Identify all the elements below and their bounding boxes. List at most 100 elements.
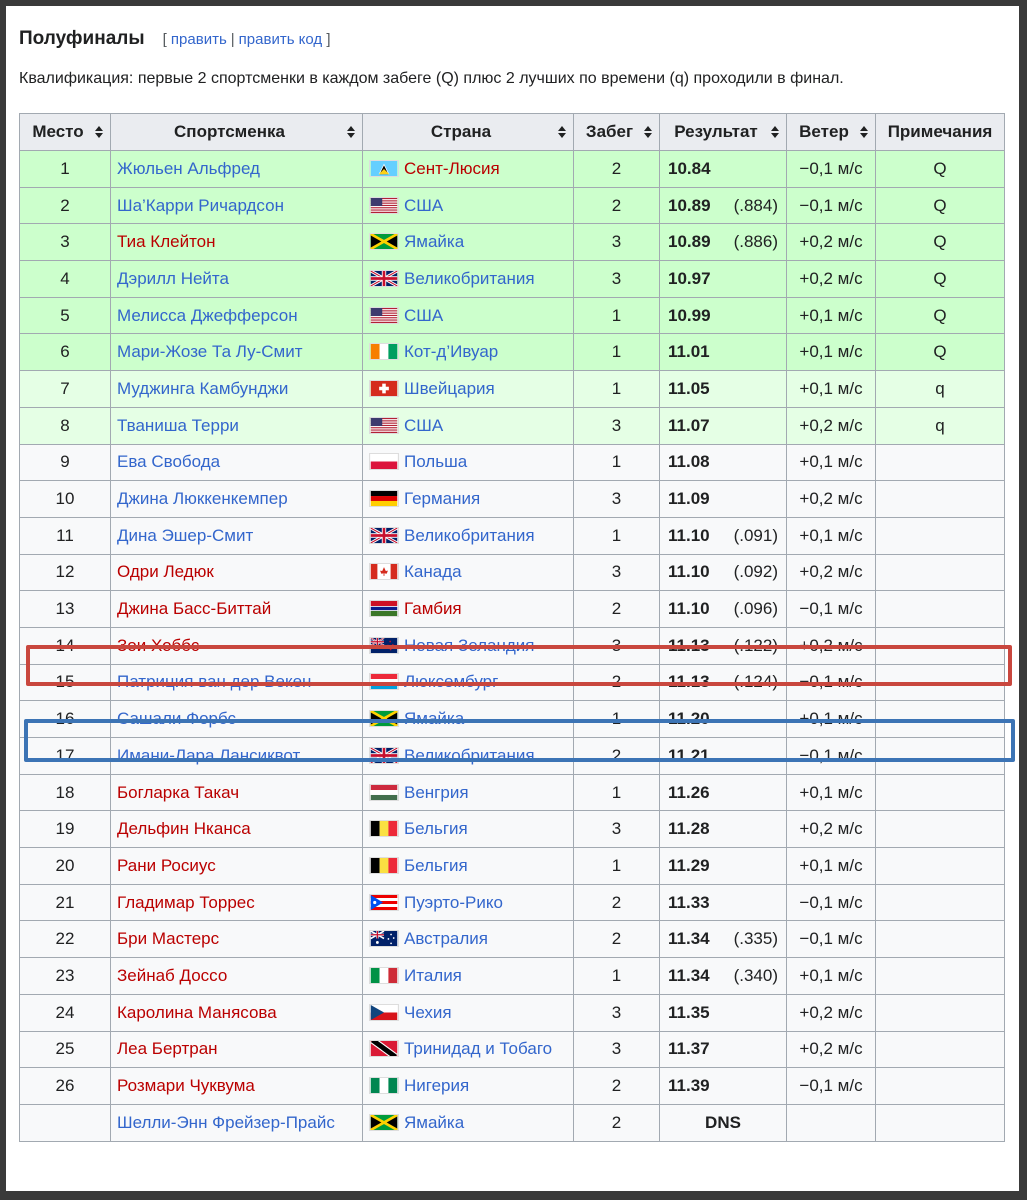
athlete-link[interactable]: Джина Басс-Биттай [117,599,271,618]
col-athlete-header[interactable]: Спортсменка [110,113,363,151]
country-link[interactable]: Ямайка [404,232,464,251]
athlete-link[interactable]: Мелисса Джефферсон [117,306,298,325]
country-link[interactable]: Италия [404,966,462,985]
athlete-link[interactable]: Бри Мастерс [117,929,219,948]
country-link[interactable]: Кот-д’Ивуар [404,342,498,361]
notes-cell: Q [875,296,1005,335]
result-cell: 11.20 [658,700,722,738]
athlete-cell: Мари-Жозе Та Лу-Смит [110,333,363,372]
flag-de-icon [369,490,399,508]
country-link[interactable]: США [404,306,443,325]
country-link[interactable]: Тринидад и Тобаго [404,1039,552,1058]
athlete-cell: Гладимар Торрес [110,883,363,922]
country-link[interactable]: США [404,196,443,215]
col-wind-header[interactable]: Ветер [786,113,876,151]
athlete-link[interactable]: Дельфин Нканса [117,819,251,838]
country-link[interactable]: Великобритания [404,746,535,765]
result-cell: 11.10 [658,590,722,628]
flag-au-icon [369,930,399,948]
table-row: 12 Одри Ледюк Канада 3 11.10 (.092) +0,2 м/с [19,553,1005,592]
edit-code-link[interactable]: править код [239,31,323,48]
tiebreak-cell [721,370,787,408]
country-link[interactable]: Германия [404,489,480,508]
athlete-link[interactable]: Зои Хоббс [117,636,199,655]
athlete-link[interactable]: Патриция ван дер Векен [117,672,311,691]
result-cell: 11.33 [658,883,722,922]
athlete-link[interactable]: Мари-Жозе Та Лу-Смит [117,342,303,361]
country-link[interactable]: Великобритания [404,526,535,545]
country-link[interactable]: Великобритания [404,269,535,288]
flag-ng-icon [369,1077,399,1095]
result-cell: 10.84 [658,150,722,188]
result-cell: 11.34 [658,957,722,995]
country-cell: Нигерия [362,1067,574,1105]
athlete-link[interactable]: Муджинга Камбунджи [117,379,288,398]
wind-cell: +0,2 м/с [786,553,876,592]
edit-link[interactable]: править [171,31,227,48]
country-link[interactable]: Чехия [404,1003,452,1022]
rank-cell: 26 [19,1067,111,1105]
athlete-link[interactable]: Одри Ледюк [117,562,214,581]
result-cell: 11.13 [658,663,722,702]
athlete-link[interactable]: Леа Бертран [117,1039,218,1058]
country-link[interactable]: Ямайка [404,1113,464,1132]
athlete-link[interactable]: Дэрилл Нейта [117,269,229,288]
athlete-link[interactable]: Тваниша Терри [117,416,239,435]
col-country-header[interactable]: Страна [362,113,574,151]
athlete-link[interactable]: Сашали Форбс [117,709,236,728]
country-link[interactable]: Гамбия [404,599,462,618]
athlete-link[interactable]: Тиа Клейтон [117,232,216,251]
athlete-link[interactable]: Каролина Манясова [117,1003,277,1022]
rank-cell: 9 [19,443,111,482]
athlete-cell: Мелисса Джефферсон [110,296,363,335]
rank-cell: 19 [19,810,111,849]
country-link[interactable]: Новая Зеландия [404,636,535,655]
athlete-link[interactable]: Богларка Такач [117,783,239,802]
country-cell: Австралия [362,920,574,959]
country-link[interactable]: США [404,416,443,435]
country-link[interactable]: Бельгия [404,856,468,875]
notes-cell [875,957,1005,995]
country-link[interactable]: Сент-Люсия [404,159,500,178]
table-row: 21 Гладимар Торрес Пуэрто-Рико 2 11.33 −0,1 м… [19,883,1005,922]
results-table: Место Спортсменка Страна Забег Результат… [19,113,1005,1142]
athlete-link[interactable]: Гладимар Торрес [117,893,255,912]
col-rank-header[interactable]: Место [19,113,111,151]
athlete-link[interactable]: Джина Люккенкемпер [117,489,288,508]
athlete-link[interactable]: Шелли-Энн Фрейзер-Прайс [117,1113,335,1132]
athlete-cell: Рани Росиус [110,847,363,885]
country-link[interactable]: Австралия [404,929,488,948]
country-link[interactable]: Венгрия [404,783,469,802]
table-row: 3 Тиа Клейтон Ямайка 3 10.89 (.886) +0,2 м/с Q [19,223,1005,262]
country-link[interactable]: Канада [404,562,462,581]
country-link[interactable]: Люксембург [404,672,498,691]
athlete-link[interactable]: Рани Росиус [117,856,216,875]
rank-cell: 22 [19,920,111,959]
heat-cell: 3 [573,993,660,1032]
athlete-link[interactable]: Имани-Лара Лансиквот [117,746,300,765]
country-link[interactable]: Пуэрто-Рико [404,893,503,912]
tiebreak-cell: (.886) [721,223,787,262]
athlete-link[interactable]: Ша’Карри Ричардсон [117,196,284,215]
country-link[interactable]: Польша [404,452,467,471]
wind-cell: +0,2 м/с [786,993,876,1032]
notes-cell: Q [875,186,1005,225]
notes-cell [875,810,1005,849]
result-cell: 10.99 [658,296,722,335]
result-cell: 11.39 [658,1067,722,1105]
country-link[interactable]: Бельгия [404,819,468,838]
intro-text: Квалификация: первые 2 спортсменки в каж… [19,70,844,87]
athlete-link[interactable]: Розмари Чуквума [117,1076,255,1095]
col-result-header[interactable]: Результат [659,113,787,151]
country-link[interactable]: Швейцария [404,379,495,398]
athlete-link[interactable]: Жюльен Альфред [117,159,260,178]
tiebreak-cell: (.884) [721,186,787,225]
rank-cell: 18 [19,773,111,812]
athlete-link[interactable]: Дина Эшер-Смит [117,526,253,545]
col-heat-header[interactable]: Забег [573,113,660,151]
athlete-link[interactable]: Зейнаб Доссо [117,966,227,985]
athlete-cell: Ева Свобода [110,443,363,482]
athlete-link[interactable]: Ева Свобода [117,452,220,471]
country-link[interactable]: Ямайка [404,709,464,728]
country-link[interactable]: Нигерия [404,1076,469,1095]
